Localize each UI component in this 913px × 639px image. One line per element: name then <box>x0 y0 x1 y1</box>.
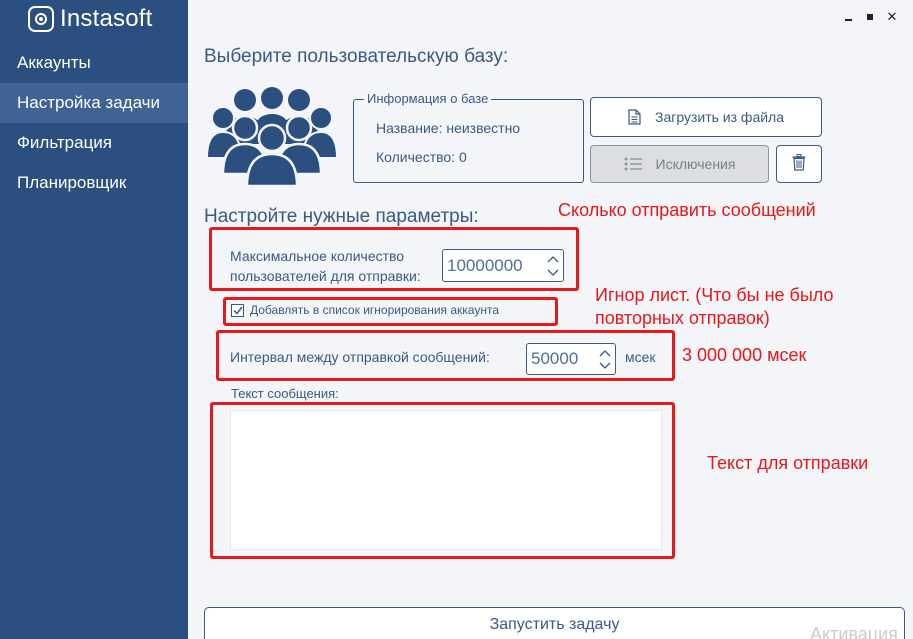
instasoft-logo-icon <box>28 6 54 32</box>
load-from-file-label: Загрузить из файла <box>654 109 785 125</box>
window-controls: ✕ <box>837 8 903 26</box>
logo-text: Instasoft <box>60 5 153 32</box>
activation-watermark: Активация <box>810 624 898 639</box>
trash-icon <box>792 154 806 174</box>
sidebar-nav: Аккаунты Настройка задачи Фильтрация Пла… <box>0 43 188 203</box>
users-group-icon <box>207 87 337 186</box>
document-icon <box>628 109 641 125</box>
annotation-box-interval <box>216 330 675 381</box>
annotation-box-max-users <box>209 227 579 291</box>
sidebar-item-task-settings[interactable]: Настройка задачи <box>0 83 188 123</box>
delete-base-button[interactable] <box>776 145 822 183</box>
sidebar-item-accounts[interactable]: Аккаунты <box>0 43 188 83</box>
annotation-ignore-line1: Игнор лист. (Что бы не было <box>595 285 834 305</box>
app-window: Instasoft Аккаунты Настройка задачи Филь… <box>0 0 913 639</box>
annotation-box-ignore <box>223 297 558 326</box>
annotation-ignore-line2: повторных отправок) <box>595 308 770 328</box>
exclusions-button[interactable]: Исключения <box>590 145 769 183</box>
annotation-how-many: Сколько отправить сообщений <box>558 200 816 220</box>
base-info-legend: Информация о базе <box>364 91 492 106</box>
minimize-button[interactable] <box>837 8 859 26</box>
exclusions-label: Исключения <box>655 156 736 172</box>
close-button[interactable]: ✕ <box>881 8 903 26</box>
run-task-button[interactable]: Запустить задачу <box>204 607 905 639</box>
sidebar: Instasoft Аккаунты Настройка задачи Филь… <box>0 0 188 639</box>
logo: Instasoft <box>28 5 153 33</box>
select-base-heading: Выберите пользовательскую базу: <box>204 46 509 67</box>
maximize-button[interactable] <box>859 8 881 26</box>
annotation-text: Текст для отправки <box>707 453 869 473</box>
annotation-interval: 3 000 000 мсек <box>682 345 807 365</box>
message-label: Текст сообщения: <box>231 386 339 401</box>
list-icon <box>624 157 642 171</box>
base-name-text: Название: неизвестно <box>376 120 521 136</box>
annotation-box-message <box>210 402 675 559</box>
base-count-text: Количество: 0 <box>376 149 467 165</box>
params-heading: Настройте нужные параметры: <box>204 206 479 227</box>
base-info-group: Информация о базе Название: неизвестно К… <box>353 91 584 183</box>
load-from-file-button[interactable]: Загрузить из файла <box>590 97 822 137</box>
sidebar-item-filtering[interactable]: Фильтрация <box>0 123 188 163</box>
sidebar-item-scheduler[interactable]: Планировщик <box>0 163 188 203</box>
